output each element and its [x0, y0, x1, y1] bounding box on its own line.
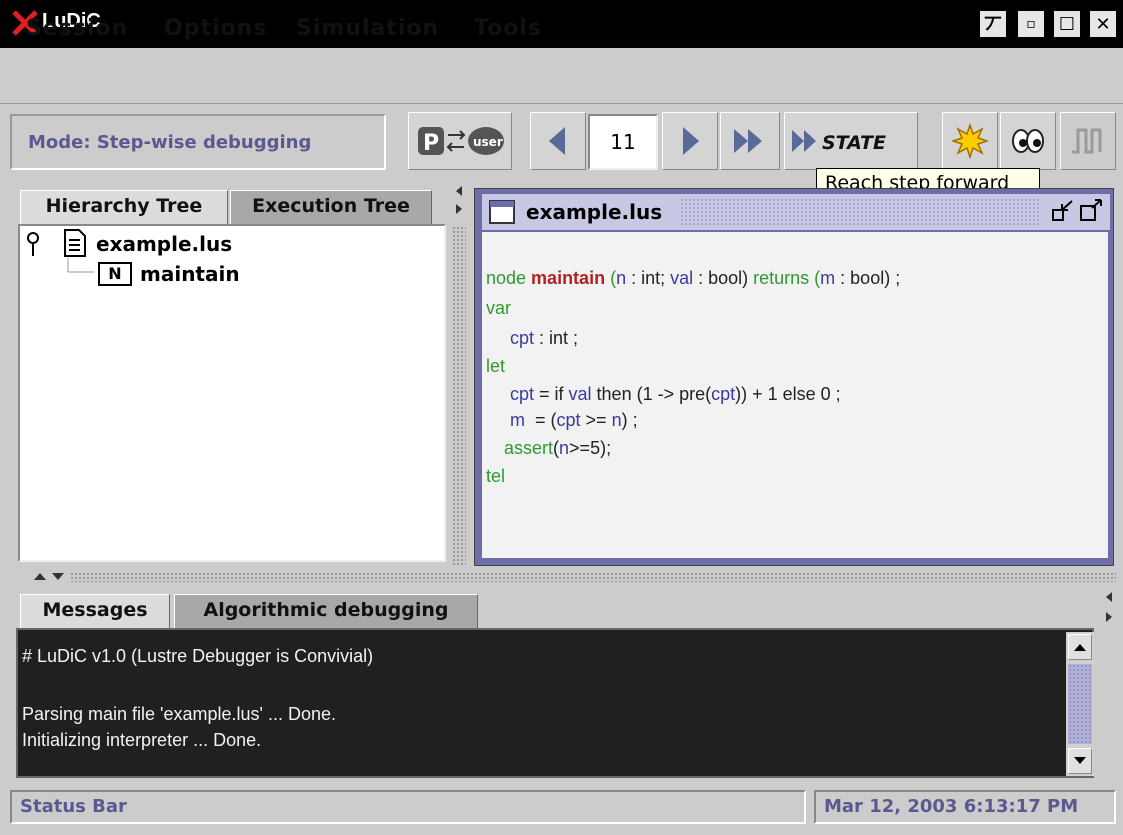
code-token: : bool)	[693, 268, 754, 288]
waveform-icon	[1072, 128, 1102, 154]
code-token: var	[486, 298, 512, 318]
code-token: : bool) ;	[835, 268, 901, 288]
code-line-1: node maintain (n : int; val : bool) retu…	[486, 268, 900, 289]
code-token: val	[568, 384, 592, 404]
mode-switch-user-label: user	[473, 135, 503, 149]
reach-state-button[interactable]: STATE	[784, 112, 918, 170]
code-token: )) + 1 else 0 ;	[735, 384, 841, 404]
burst-icon	[952, 123, 988, 159]
eyes-icon	[1012, 129, 1044, 153]
code-token: then (1 -> pre(	[591, 384, 712, 404]
editor-title-pattern	[680, 198, 1040, 226]
tree-connector	[67, 258, 94, 273]
code-token: (	[605, 268, 617, 288]
step-number-field[interactable]: 11	[588, 114, 658, 170]
code-token: : int ;	[534, 328, 579, 348]
code-token: = if	[534, 384, 569, 404]
scroll-down-button[interactable]	[1068, 748, 1092, 774]
burst-button[interactable]	[942, 112, 998, 170]
code-token: m	[510, 410, 525, 430]
status-timestamp: Mar 12, 2003 6:13:17 PM	[814, 790, 1116, 824]
watch-button[interactable]	[1000, 112, 1056, 170]
node-icon: N	[98, 262, 132, 286]
splitter-arrows-icon[interactable]	[452, 180, 466, 220]
editor-file-name: example.lus	[526, 200, 663, 224]
code-token: assert	[504, 438, 554, 458]
window-minimize-button[interactable]: ▫	[1018, 11, 1044, 37]
code-token: m	[820, 268, 836, 288]
step-back-icon	[549, 127, 565, 155]
scroll-up-icon	[1074, 644, 1086, 651]
code-line-7: assert(n>=5);	[504, 438, 611, 459]
menu-bar	[0, 48, 1123, 104]
code-token: cpt	[510, 328, 535, 348]
scroll-up-button[interactable]	[1068, 634, 1092, 660]
scroll-down-icon	[1074, 757, 1086, 764]
tab-algorithmic-debugging[interactable]: Algorithmic debugging	[174, 594, 478, 628]
window-close-button[interactable]: ✕	[1090, 11, 1116, 37]
code-token: cpt	[711, 384, 736, 404]
code-token: returns	[753, 268, 810, 288]
code-line-3: cpt : int ;	[510, 328, 578, 349]
menu-tools[interactable]: Tools	[474, 16, 542, 41]
horizontal-splitter[interactable]	[70, 572, 1116, 582]
splitter-collapse-icon[interactable]	[30, 570, 70, 582]
message-line: # LuDiC v1.0 (Lustre Debugger is Convivi…	[22, 646, 374, 666]
code-line-8: tel	[486, 466, 505, 487]
code-line-6: m = (cpt >= n) ;	[510, 410, 638, 431]
code-token: >=5);	[569, 438, 612, 458]
tab-messages[interactable]: Messages	[20, 594, 170, 628]
code-token: n	[616, 268, 627, 288]
tree-key-icon[interactable]	[24, 230, 44, 260]
code-token: let	[486, 356, 506, 376]
message-line: Parsing main file 'example.lus' ... Done…	[22, 704, 337, 724]
editor-window-icon	[489, 200, 515, 224]
message-line: Initializing interpreter ... Done.	[22, 730, 262, 750]
step-forward-button[interactable]	[662, 112, 718, 170]
code-token: cpt	[510, 384, 535, 404]
code-token: cpt	[556, 410, 581, 430]
status-bar: Status Bar	[10, 790, 806, 824]
mode-switch-p-label: P	[423, 131, 439, 156]
mode-switch-icon: P user	[418, 127, 504, 156]
menu-session[interactable]: Session	[26, 16, 128, 41]
code-token: val	[670, 268, 694, 288]
waveform-button[interactable]	[1060, 112, 1116, 170]
file-icon	[64, 229, 86, 257]
window-pin-button[interactable]: 丆	[980, 11, 1006, 37]
fast-forward-button[interactable]	[720, 112, 780, 170]
code-token: : int;	[626, 268, 671, 288]
code-token: = (	[525, 410, 557, 430]
step-forward-icon	[683, 127, 699, 155]
code-token: tel	[486, 466, 506, 486]
bottom-splitter-arrows-icon[interactable]	[1102, 588, 1116, 628]
code-token: ) ;	[621, 410, 638, 430]
minimize-frame-icon[interactable]	[1050, 198, 1076, 224]
step-back-button[interactable]	[530, 112, 586, 170]
code-line-2: var	[486, 298, 511, 319]
menu-options[interactable]: Options	[164, 16, 267, 41]
code-token: maintain	[531, 268, 606, 288]
reach-state-icon: STATE	[792, 130, 886, 154]
tree-item-example-lus[interactable]: example.lus	[96, 232, 232, 256]
mode-label: Mode: Step-wise debugging	[28, 132, 312, 153]
window-maximize-button[interactable]: ☐	[1054, 11, 1080, 37]
tab-execution-tree[interactable]: Execution Tree	[230, 190, 432, 224]
code-line-5: cpt = if val then (1 -> pre(cpt)) + 1 el…	[510, 384, 841, 405]
code-token: >=	[580, 410, 612, 430]
fast-forward-icon	[734, 129, 762, 153]
maximize-frame-icon[interactable]	[1078, 198, 1104, 224]
menu-simulation[interactable]: Simulation	[296, 16, 439, 41]
code-token: (	[809, 268, 821, 288]
code-token: n	[611, 410, 622, 430]
code-line-4: let	[486, 356, 505, 377]
tab-hierarchy-tree[interactable]: Hierarchy Tree	[20, 190, 228, 224]
vertical-splitter[interactable]	[452, 226, 466, 566]
mode-switch-button[interactable]: P user	[408, 112, 512, 170]
scroll-thumb[interactable]	[1068, 664, 1092, 744]
tree-item-maintain[interactable]: maintain	[140, 262, 240, 286]
code-token: n	[559, 438, 570, 458]
reach-state-label: STATE	[822, 132, 886, 154]
code-token: node	[486, 268, 532, 288]
